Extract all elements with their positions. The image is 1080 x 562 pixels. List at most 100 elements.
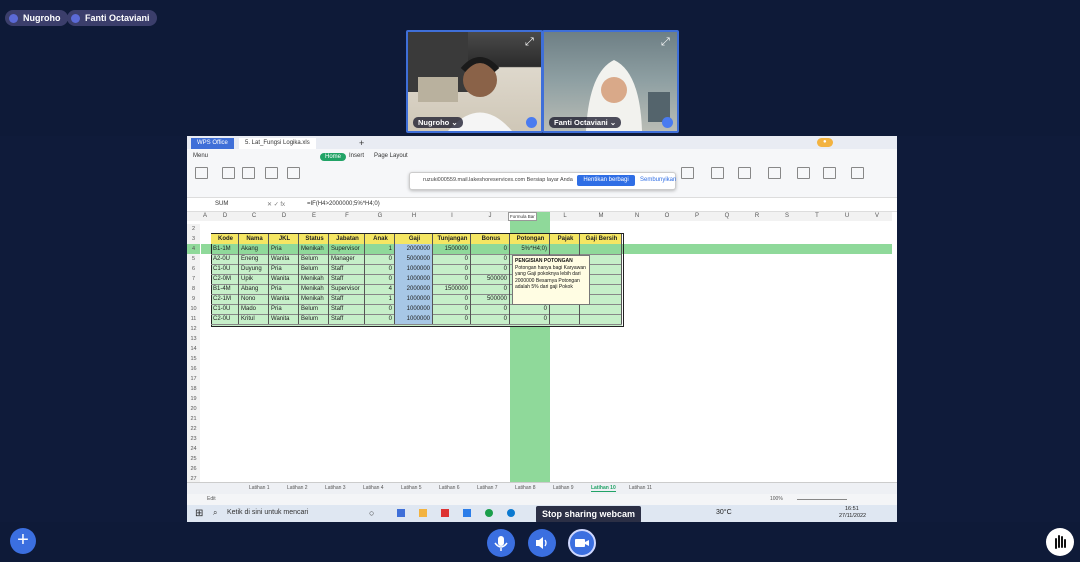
taskbar-search[interactable]: Ketik di sini untuk mencari: [227, 509, 308, 516]
row-header[interactable]: 14: [187, 344, 200, 354]
table-cell[interactable]: C1-0U: [211, 304, 239, 314]
table-header-cell[interactable]: Bonus: [471, 234, 510, 244]
column-header[interactable]: Q: [712, 212, 742, 221]
column-header[interactable]: O: [652, 212, 682, 221]
table-header-cell[interactable]: Status: [299, 234, 329, 244]
cut-icon[interactable]: [222, 167, 235, 179]
format-painter-icon[interactable]: [242, 167, 255, 179]
table-cell[interactable]: 0: [365, 264, 395, 274]
table-cell[interactable]: Menikah: [299, 244, 329, 254]
row-header[interactable]: 10: [187, 304, 200, 314]
edge-icon[interactable]: [507, 509, 515, 517]
table-cell[interactable]: 0: [433, 304, 471, 314]
column-header[interactable]: R: [742, 212, 772, 221]
freeze-panes-icon[interactable]: [851, 167, 864, 179]
column-header[interactable]: G: [365, 212, 395, 221]
column-header[interactable]: I: [433, 212, 471, 221]
microphone-button[interactable]: [487, 529, 515, 557]
row-header[interactable]: 12: [187, 324, 200, 334]
table-cell[interactable]: A2-0U: [211, 254, 239, 264]
table-cell[interactable]: Pria: [269, 244, 299, 254]
tab-wps-office[interactable]: WPS Office: [191, 138, 234, 149]
table-cell[interactable]: 1500000: [433, 244, 471, 254]
worksheet-icon[interactable]: [823, 167, 836, 179]
row-header[interactable]: 19: [187, 394, 200, 404]
table-cell[interactable]: Staff: [329, 304, 365, 314]
add-button[interactable]: +: [10, 528, 36, 554]
row-header[interactable]: 3: [187, 234, 200, 244]
table-cell[interactable]: 0: [471, 284, 510, 294]
row-header[interactable]: 15: [187, 354, 200, 364]
sheet-tab[interactable]: Latihan 1: [249, 485, 270, 491]
table-header-cell[interactable]: Nama: [239, 234, 269, 244]
table-cell[interactable]: [550, 244, 580, 254]
table-cell[interactable]: 500000: [471, 274, 510, 284]
expand-icon[interactable]: ⤢: [661, 37, 672, 48]
bold-icon[interactable]: [287, 167, 300, 179]
formula-input[interactable]: =IF(H4>2000000;5%*H4;0): [307, 201, 380, 207]
row-header[interactable]: 13: [187, 334, 200, 344]
windows-start-icon[interactable]: ⊞: [195, 508, 203, 519]
table-cell[interactable]: Wanita: [269, 294, 299, 304]
table-cell[interactable]: Supervisor: [329, 244, 365, 254]
sheet-tab[interactable]: Latihan 3: [325, 485, 346, 491]
sheet-tab[interactable]: Latihan 7: [477, 485, 498, 491]
table-cell[interactable]: 0: [433, 294, 471, 304]
table-cell[interactable]: Manager: [329, 254, 365, 264]
table-cell[interactable]: Supervisor: [329, 284, 365, 294]
table-cell[interactable]: Belum: [299, 264, 329, 274]
table-cell[interactable]: 0: [365, 304, 395, 314]
format-icon[interactable]: [768, 167, 781, 179]
row-header[interactable]: 9: [187, 294, 200, 304]
table-cell[interactable]: Wanita: [269, 254, 299, 264]
table-cell[interactable]: Kritul: [239, 314, 269, 324]
sheet-tab[interactable]: Latihan 8: [515, 485, 536, 491]
table-cell[interactable]: Belum: [299, 304, 329, 314]
table-cell[interactable]: [550, 314, 580, 324]
table-cell[interactable]: [550, 304, 580, 314]
app-icon[interactable]: [463, 509, 471, 517]
column-header[interactable]: P: [682, 212, 712, 221]
account-badge[interactable]: ●: [817, 138, 833, 147]
table-cell[interactable]: 1500000: [433, 284, 471, 294]
column-header[interactable]: E: [299, 212, 329, 221]
table-cell[interactable]: Pria: [269, 304, 299, 314]
table-cell[interactable]: 0: [510, 314, 550, 324]
raise-hand-button[interactable]: [1046, 528, 1074, 556]
app-icon[interactable]: [485, 509, 493, 517]
table-cell[interactable]: 500000: [471, 294, 510, 304]
table-cell[interactable]: Staff: [329, 274, 365, 284]
table-cell[interactable]: 1000000: [395, 264, 433, 274]
row-header[interactable]: 16: [187, 364, 200, 374]
table-cell[interactable]: 0: [433, 314, 471, 324]
table-cell[interactable]: 0: [365, 254, 395, 264]
table-header-cell[interactable]: Gaji Bersih: [580, 234, 622, 244]
table-header-cell[interactable]: Pajak: [550, 234, 580, 244]
column-header[interactable]: C: [239, 212, 269, 221]
sort-icon[interactable]: [738, 167, 751, 179]
table-cell[interactable]: B1-4M: [211, 284, 239, 294]
table-cell[interactable]: 0: [510, 304, 550, 314]
table-cell[interactable]: Staff: [329, 264, 365, 274]
row-header[interactable]: 21: [187, 414, 200, 424]
ribbon-tab-home[interactable]: Home: [320, 153, 347, 161]
table-cell[interactable]: Mado: [239, 304, 269, 314]
table-header-cell[interactable]: Gaji: [395, 234, 433, 244]
column-header[interactable]: H: [395, 212, 433, 221]
zoom-level[interactable]: 100%: [770, 496, 783, 502]
spreadsheet-grid[interactable]: A D C D E F G H I J K L M N O P Q R S T …: [187, 212, 892, 484]
table-cell[interactable]: 1: [365, 294, 395, 304]
table-cell[interactable]: Wanita: [269, 274, 299, 284]
table-header-cell[interactable]: Kode: [211, 234, 239, 244]
sheet-tab[interactable]: Latihan 6: [439, 485, 460, 491]
app-icon[interactable]: [397, 509, 405, 517]
row-header[interactable]: 8: [187, 284, 200, 294]
table-cell[interactable]: 1000000: [395, 304, 433, 314]
table-cell[interactable]: 4: [365, 284, 395, 294]
table-header-cell[interactable]: Tunjangan: [433, 234, 471, 244]
speaker-button[interactable]: [528, 529, 556, 557]
app-icon[interactable]: [441, 509, 449, 517]
sheet-tab[interactable]: Latihan 10: [591, 485, 616, 492]
table-cell[interactable]: 1000000: [395, 294, 433, 304]
table-cell[interactable]: Akang: [239, 244, 269, 254]
